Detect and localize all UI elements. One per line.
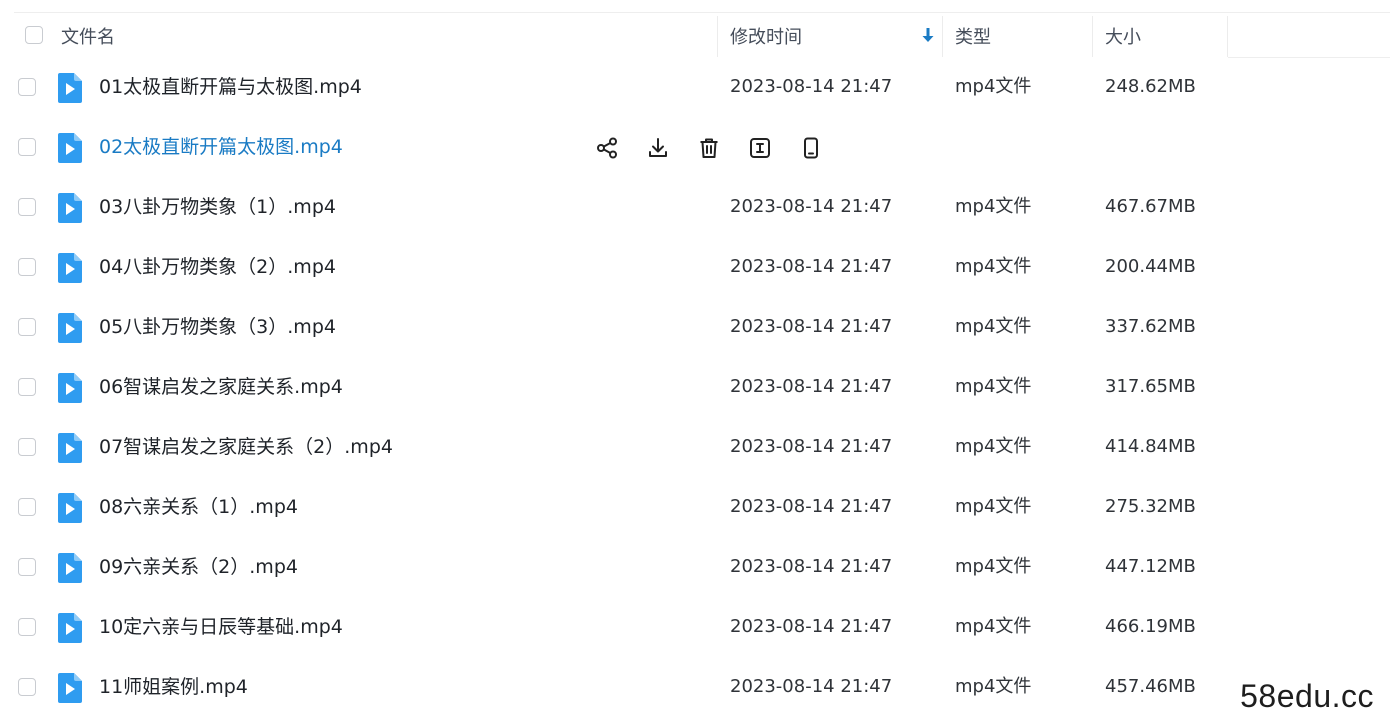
video-file-icon	[58, 673, 82, 703]
file-mtime: 2023-08-14 21:47	[730, 496, 893, 517]
file-size: 447.12MB	[1105, 556, 1196, 577]
trash-icon[interactable]	[696, 135, 722, 161]
file-name[interactable]: 02太极直断开篇太极图.mp4	[99, 118, 343, 178]
file-name[interactable]: 08六亲关系（1）.mp4	[99, 478, 298, 538]
file-name[interactable]: 05八卦万物类象（3）.mp4	[99, 298, 336, 358]
table-header: 文件名 修改时间 类型 大小	[0, 13, 1392, 58]
file-name[interactable]: 06智谋启发之家庭关系.mp4	[99, 358, 343, 418]
video-file-icon	[58, 193, 82, 223]
file-size: 337.62MB	[1105, 316, 1196, 337]
file-mtime: 2023-08-14 21:47	[730, 676, 893, 697]
file-name[interactable]: 04八卦万物类象（2）.mp4	[99, 238, 336, 298]
column-divider[interactable]	[1092, 16, 1093, 57]
video-file-icon	[58, 253, 82, 283]
video-file-icon	[58, 133, 82, 163]
file-name[interactable]: 10定六亲与日辰等基础.mp4	[99, 598, 343, 658]
file-row[interactable]: 03八卦万物类象（1）.mp4 2023-08-14 21:47 mp4文件 467.…	[0, 178, 1392, 238]
file-name[interactable]: 07智谋启发之家庭关系（2）.mp4	[99, 418, 393, 478]
column-header-name[interactable]: 文件名	[61, 13, 115, 58]
video-file-icon	[58, 553, 82, 583]
watermark: 58edu.cc	[1236, 678, 1378, 715]
row-checkbox[interactable]	[18, 138, 36, 156]
video-file-icon	[58, 493, 82, 523]
column-header-mtime[interactable]: 修改时间	[730, 13, 802, 58]
rename-icon[interactable]	[747, 135, 773, 161]
file-size: 467.67MB	[1105, 196, 1196, 217]
file-type: mp4文件	[955, 256, 1032, 277]
file-mtime: 2023-08-14 21:47	[730, 556, 893, 577]
file-row[interactable]: 10定六亲与日辰等基础.mp4 2023-08-14 21:47 mp4文件 466.…	[0, 598, 1392, 658]
video-file-icon	[58, 73, 82, 103]
row-checkbox[interactable]	[18, 618, 36, 636]
file-size: 414.84MB	[1105, 436, 1196, 457]
file-type: mp4文件	[955, 676, 1032, 697]
file-row[interactable]: 04八卦万物类象（2）.mp4 2023-08-14 21:47 mp4文件 200.…	[0, 238, 1392, 298]
row-checkbox[interactable]	[18, 558, 36, 576]
file-row[interactable]: 08六亲关系（1）.mp4 2023-08-14 21:47 mp4文件 275.32…	[0, 478, 1392, 538]
file-size: 466.19MB	[1105, 616, 1196, 637]
select-all-checkbox[interactable]	[25, 26, 43, 44]
file-mtime: 2023-08-14 21:47	[730, 436, 893, 457]
file-type: mp4文件	[955, 196, 1032, 217]
column-divider[interactable]	[1227, 16, 1228, 57]
row-actions	[594, 135, 849, 161]
file-type: mp4文件	[955, 496, 1032, 517]
file-name[interactable]: 11师姐案例.mp4	[99, 658, 248, 718]
column-header-type[interactable]: 类型	[955, 13, 991, 58]
file-size: 200.44MB	[1105, 256, 1196, 277]
row-checkbox[interactable]	[18, 438, 36, 456]
file-row[interactable]: 02太极直断开篇太极图.mp4	[0, 118, 1392, 178]
file-size: 317.65MB	[1105, 376, 1196, 397]
file-name[interactable]: 09六亲关系（2）.mp4	[99, 538, 298, 598]
file-size: 457.46MB	[1105, 676, 1196, 697]
file-type: mp4文件	[955, 76, 1032, 97]
row-checkbox[interactable]	[18, 258, 36, 276]
file-type: mp4文件	[955, 616, 1032, 637]
column-divider[interactable]	[942, 16, 943, 57]
row-checkbox[interactable]	[18, 378, 36, 396]
column-header-size[interactable]: 大小	[1105, 13, 1141, 58]
download-icon[interactable]	[645, 135, 671, 161]
row-checkbox[interactable]	[18, 198, 36, 216]
video-file-icon	[58, 433, 82, 463]
file-name[interactable]: 03八卦万物类象（1）.mp4	[99, 178, 336, 238]
file-type: mp4文件	[955, 316, 1032, 337]
file-name[interactable]: 01太极直断开篇与太极图.mp4	[99, 58, 362, 118]
file-size: 275.32MB	[1105, 496, 1196, 517]
file-row[interactable]: 05八卦万物类象（3）.mp4 2023-08-14 21:47 mp4文件 337.…	[0, 298, 1392, 358]
file-type: mp4文件	[955, 556, 1032, 577]
file-type: mp4文件	[955, 376, 1032, 397]
file-row[interactable]: 06智谋启发之家庭关系.mp4 2023-08-14 21:47 mp4文件 317.…	[0, 358, 1392, 418]
file-mtime: 2023-08-14 21:47	[730, 256, 893, 277]
share-icon[interactable]	[594, 135, 620, 161]
file-mtime: 2023-08-14 21:47	[730, 76, 893, 97]
row-checkbox[interactable]	[18, 678, 36, 696]
file-row[interactable]: 07智谋启发之家庭关系（2）.mp4 2023-08-14 21:47 mp4文件 4…	[0, 418, 1392, 478]
video-file-icon	[58, 613, 82, 643]
file-mtime: 2023-08-14 21:47	[730, 376, 893, 397]
video-file-icon	[58, 373, 82, 403]
row-checkbox[interactable]	[18, 498, 36, 516]
video-file-icon	[58, 313, 82, 343]
row-checkbox[interactable]	[18, 78, 36, 96]
sort-descending-icon[interactable]	[921, 26, 935, 44]
phone-icon[interactable]	[798, 135, 824, 161]
file-mtime: 2023-08-14 21:47	[730, 616, 893, 637]
file-row[interactable]: 09六亲关系（2）.mp4 2023-08-14 21:47 mp4文件 447.12…	[0, 538, 1392, 598]
file-size: 248.62MB	[1105, 76, 1196, 97]
file-row[interactable]: 01太极直断开篇与太极图.mp4 2023-08-14 21:47 mp4文件 248…	[0, 58, 1392, 118]
file-row[interactable]: 11师姐案例.mp4 2023-08-14 21:47 mp4文件 457.46MB	[0, 658, 1392, 718]
row-checkbox[interactable]	[18, 318, 36, 336]
file-type: mp4文件	[955, 436, 1032, 457]
column-divider[interactable]	[717, 16, 718, 57]
file-mtime: 2023-08-14 21:47	[730, 196, 893, 217]
file-mtime: 2023-08-14 21:47	[730, 316, 893, 337]
